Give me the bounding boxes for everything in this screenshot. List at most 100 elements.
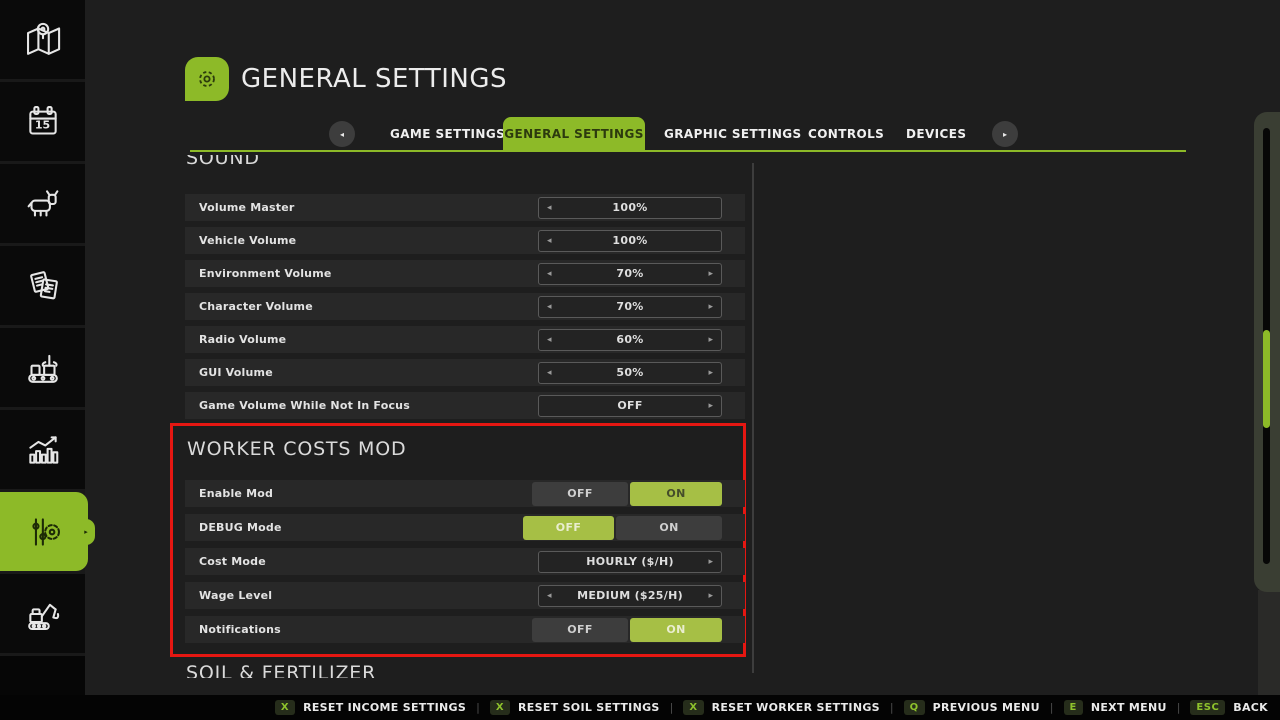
sidebar-item-statistics[interactable] [0, 410, 85, 489]
tab-graphic-settings[interactable]: GRAPHIC SETTINGS [664, 117, 802, 152]
sidebar-item-calendar[interactable]: 15 [0, 82, 85, 161]
calendar-day-label: 15 [35, 119, 50, 132]
general-settings-screen: 15 [0, 0, 1280, 720]
decrease-arrow-icon[interactable]: ◂ [547, 302, 552, 312]
page-title: GENERAL SETTINGS [241, 64, 507, 94]
increase-arrow-icon[interactable]: ▸ [708, 335, 713, 345]
active-indicator-arrow-icon [77, 519, 95, 545]
setting-row-radio-volume: Radio Volume ◂ 60% ▸ [185, 326, 745, 353]
separator: | [476, 701, 480, 714]
setting-row-volume-master: Volume Master ◂ 100% [185, 194, 745, 221]
production-icon [20, 345, 66, 391]
decrease-arrow-icon[interactable]: ◂ [547, 335, 552, 345]
sidebar-filler [0, 656, 85, 696]
increase-arrow-icon[interactable]: ▸ [708, 368, 713, 378]
reset-worker-settings-hint[interactable]: X RESET WORKER SETTINGS [683, 700, 880, 715]
stats-icon [20, 427, 66, 473]
setting-row-gui-volume: GUI Volume ◂ 50% ▸ [185, 359, 745, 386]
wage-level-stepper[interactable]: ◂ MEDIUM ($25/H) ▸ [538, 585, 722, 607]
decrease-arrow-icon[interactable]: ◂ [547, 203, 552, 213]
next-arrow-icon: ▸ [1003, 130, 1007, 139]
key-e-icon: E [1064, 700, 1083, 715]
settings-content: SOUND Volume Master ◂ 100% Vehicle Volum… [168, 155, 760, 678]
tabs-prev-button[interactable]: ◂ [329, 121, 355, 147]
setting-row-wage-level: Wage Level ◂ MEDIUM ($25/H) ▸ [185, 582, 745, 609]
keybind-bar: X RESET INCOME SETTINGS | X RESET SOIL S… [0, 695, 1280, 720]
key-esc-icon: ESC [1190, 700, 1225, 715]
sidebar-item-animals[interactable] [0, 164, 85, 243]
notifications-toggle[interactable]: OFF ON [532, 618, 722, 642]
sound-rows: Volume Master ◂ 100% Vehicle Volume ◂ 10… [185, 194, 745, 419]
tab-game-settings[interactable]: GAME SETTINGS [390, 117, 505, 152]
game-volume-focus-stepper[interactable]: OFF ▸ [538, 395, 722, 417]
toggle-on-option[interactable]: ON [630, 618, 722, 642]
setting-row-notifications: Notifications OFF ON [185, 616, 745, 643]
setting-row-vehicle-volume: Vehicle Volume ◂ 100% [185, 227, 745, 254]
sidebar-item-settings[interactable] [0, 492, 88, 571]
excavator-icon [20, 591, 66, 637]
sidebar: 15 [0, 0, 85, 695]
increase-arrow-icon[interactable]: ▸ [708, 269, 713, 279]
tab-controls[interactable]: CONTROLS [808, 117, 884, 152]
worker-rows: Enable Mod OFF ON DEBUG Mode OFF ON [185, 480, 745, 643]
separator: | [1050, 701, 1054, 714]
environment-volume-stepper[interactable]: ◂ 70% ▸ [538, 263, 722, 285]
prev-arrow-icon: ◂ [340, 130, 344, 139]
sidebar-item-production[interactable] [0, 328, 85, 407]
decrease-arrow-icon[interactable]: ◂ [547, 368, 552, 378]
setting-row-game-volume-focus: Game Volume While Not In Focus OFF ▸ [185, 392, 745, 419]
page-scrollbar[interactable] [1254, 112, 1280, 592]
documents-icon [20, 263, 66, 309]
sidebar-item-construction[interactable] [0, 574, 85, 653]
key-x-icon: X [683, 700, 703, 715]
gui-volume-stepper[interactable]: ◂ 50% ▸ [538, 362, 722, 384]
gear-icon [190, 62, 224, 96]
previous-menu-hint[interactable]: Q PREVIOUS MENU [904, 700, 1040, 715]
increase-arrow-icon[interactable]: ▸ [708, 401, 713, 411]
scrollbar-track[interactable] [1263, 128, 1270, 564]
section-title-worker-costs-mod: WORKER COSTS MOD [187, 438, 406, 460]
setting-row-cost-mode: Cost Mode HOURLY ($/H) ▸ [185, 548, 745, 575]
separator: | [1177, 701, 1181, 714]
increase-arrow-icon[interactable]: ▸ [708, 557, 713, 567]
cost-mode-stepper[interactable]: HOURLY ($/H) ▸ [538, 551, 722, 573]
toggle-off-option[interactable]: OFF [532, 618, 628, 642]
content-scrollbar-track[interactable] [752, 163, 754, 673]
increase-arrow-icon[interactable]: ▸ [708, 591, 713, 601]
debug-mode-toggle[interactable]: OFF ON [523, 516, 722, 540]
increase-arrow-icon[interactable]: ▸ [708, 302, 713, 312]
radio-volume-stepper[interactable]: ◂ 60% ▸ [538, 329, 722, 351]
decrease-arrow-icon[interactable]: ◂ [547, 269, 552, 279]
decrease-arrow-icon[interactable]: ◂ [547, 591, 552, 601]
enable-mod-toggle[interactable]: OFF ON [532, 482, 722, 506]
separator: | [670, 701, 674, 714]
reset-income-settings-hint[interactable]: X RESET INCOME SETTINGS [275, 700, 466, 715]
tab-bar: ◂ GAME SETTINGS GENERAL SETTINGS GRAPHIC… [85, 117, 1195, 152]
sidebar-item-map[interactable] [0, 0, 85, 79]
toggle-on-option[interactable]: ON [616, 516, 722, 540]
back-hint[interactable]: ESC BACK [1190, 700, 1268, 715]
setting-row-debug-mode: DEBUG Mode OFF ON [185, 514, 745, 541]
toggle-off-option[interactable]: OFF [523, 516, 614, 540]
tab-devices[interactable]: DEVICES [906, 117, 966, 152]
tab-general-settings[interactable]: GENERAL SETTINGS [503, 117, 645, 152]
section-title-soil-fertilizer: SOIL & FERTILIZER [186, 662, 376, 678]
decrease-arrow-icon[interactable]: ◂ [547, 236, 552, 246]
toggle-on-option[interactable]: ON [630, 482, 722, 506]
section-title-sound: SOUND [186, 155, 260, 169]
cow-icon [20, 181, 66, 227]
toggle-off-option[interactable]: OFF [532, 482, 628, 506]
reset-soil-settings-hint[interactable]: X RESET SOIL SETTINGS [490, 700, 660, 715]
setting-row-environment-volume: Environment Volume ◂ 70% ▸ [185, 260, 745, 287]
worker-costs-highlight-box: WORKER COSTS MOD Enable Mod OFF ON DEBUG… [170, 423, 746, 657]
sidebar-item-contracts[interactable] [0, 246, 85, 325]
setting-row-character-volume: Character Volume ◂ 70% ▸ [185, 293, 745, 320]
next-menu-hint[interactable]: E NEXT MENU [1064, 700, 1167, 715]
character-volume-stepper[interactable]: ◂ 70% ▸ [538, 296, 722, 318]
settings-app-icon [185, 57, 229, 101]
tabs-next-button[interactable]: ▸ [992, 121, 1018, 147]
volume-master-stepper[interactable]: ◂ 100% [538, 197, 722, 219]
scrollbar-thumb[interactable] [1263, 330, 1270, 428]
tab-underline [190, 150, 1186, 152]
vehicle-volume-stepper[interactable]: ◂ 100% [538, 230, 722, 252]
